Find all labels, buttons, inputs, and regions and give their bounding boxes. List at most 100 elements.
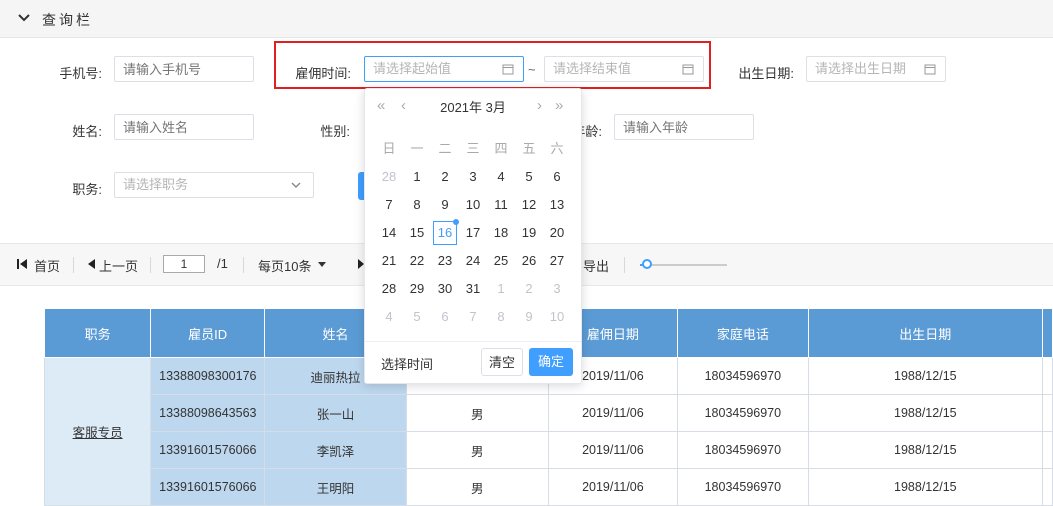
calendar-day[interactable]: 10 [543,306,571,328]
calendar-day[interactable]: 28 [375,278,403,300]
first-page-icon[interactable] [16,258,28,270]
calendar-day[interactable]: 24 [459,250,487,272]
employee-id-cell: 13388098643563 [150,394,266,432]
zoom-slider-track[interactable] [640,259,727,269]
next-year-icon[interactable]: » [555,97,563,115]
calendar-day[interactable]: 5 [515,166,543,188]
phone-label: 手机号: [59,66,102,81]
birth-date-placeholder: 请选择出生日期 [815,61,907,76]
calendar-week-row: 28 29 30 31 1 2 3 [375,275,571,303]
divider [243,257,244,273]
table-row[interactable]: 13391601576066 李凯泽 男 2019/11/06 18034596… [45,431,1053,469]
age-input[interactable] [614,114,754,140]
calendar-day-today[interactable]: 16 [433,219,459,245]
birth-date-input[interactable]: 请选择出生日期 [806,56,946,82]
prev-page-button[interactable]: 上一页 [99,256,138,275]
calendar-day[interactable]: 27 [543,250,571,272]
calendar-footer: 选择时间 清空 确定 [365,341,581,384]
calendar-day[interactable]: 1 [487,278,515,300]
calendar-day[interactable]: 25 [487,250,515,272]
calendar-day[interactable]: 14 [375,222,403,244]
header-employee-id[interactable]: 雇员ID [150,308,266,358]
calendar-day[interactable]: 7 [459,306,487,328]
calendar-week-row: 4 5 6 7 8 9 10 [375,303,571,331]
calendar-day[interactable]: 3 [459,166,487,188]
calendar-day[interactable]: 28 [375,166,403,188]
calendar-day[interactable]: 6 [431,306,459,328]
gender-cell: 男 [405,431,549,469]
calendar-day[interactable]: 12 [515,194,543,216]
calendar-day[interactable]: 23 [431,250,459,272]
duty-link[interactable]: 客服专员 [73,426,123,440]
birth-date-cell: 1988/12/15 [807,394,1044,432]
calendar-day[interactable]: 20 [543,222,571,244]
calendar-day[interactable]: 4 [487,166,515,188]
calendar-day[interactable]: 13 [543,194,571,216]
calendar-day[interactable]: 21 [375,250,403,272]
duty-cell[interactable]: 客服专员 [43,357,152,506]
calendar-day[interactable]: 10 [459,194,487,216]
header-extra [1042,308,1053,358]
weekday-label: 二 [438,141,452,156]
first-page-button[interactable]: 首页 [34,256,60,275]
extra-cell [1042,357,1053,395]
page-number-input[interactable]: 1 [163,255,205,273]
calendar-day[interactable]: 4 [375,306,403,328]
birth-date-cell: 1988/12/15 [807,431,1044,469]
home-phone-cell: 18034596970 [677,357,809,395]
calendar-day[interactable]: 8 [403,194,431,216]
gender-label: 性别: [320,124,350,139]
header-home-phone[interactable]: 家庭电话 [677,308,809,358]
prev-page-icon[interactable] [86,258,96,270]
calendar-day[interactable]: 3 [543,278,571,300]
per-page-select[interactable]: 每页10条 [258,256,311,275]
date-picker-popup: « ‹ 2021年 3月 › » 日一二三四五六 28 1 2 3 4 5 6 7 8 9 10 11… [364,88,582,384]
duty-select-placeholder: 请选择职务 [123,177,189,192]
weekday-label: 三 [466,141,480,156]
calendar-day[interactable]: 9 [431,194,459,216]
calendar-day[interactable]: 29 [403,278,431,300]
weekday-row: 日一二三四五六 [375,135,571,163]
employee-id-cell: 13391601576066 [150,431,266,469]
calendar-day[interactable]: 8 [487,306,515,328]
name-input[interactable] [114,114,254,140]
home-phone-cell: 18034596970 [677,431,809,469]
zoom-slider-thumb[interactable] [642,259,653,269]
calendar-day[interactable]: 30 [431,278,459,300]
calendar-day[interactable]: 6 [543,166,571,188]
calendar-day[interactable]: 2 [515,278,543,300]
calendar-day[interactable]: 9 [515,306,543,328]
calendar-day[interactable]: 11 [487,194,515,216]
weekday-label: 四 [494,141,508,156]
next-month-icon[interactable]: › [537,97,542,115]
calendar-week-row: 7 8 9 10 11 12 13 [375,191,571,219]
calendar-day[interactable]: 26 [515,250,543,272]
calendar-day[interactable]: 19 [515,222,543,244]
calendar-day[interactable]: 7 [375,194,403,216]
calendar-day[interactable]: 15 [403,222,431,244]
gender-cell: 男 [405,394,549,432]
clear-button[interactable]: 清空 [481,348,523,376]
calendar-day[interactable]: 18 [487,222,515,244]
chevron-down-icon[interactable] [16,10,32,26]
duty-select[interactable]: 请选择职务 [114,172,314,198]
calendar-day[interactable]: 31 [459,278,487,300]
calendar-day[interactable]: 22 [403,250,431,272]
calendar-week-row: 14 15 16 17 18 19 20 [375,219,571,247]
header-birth-date[interactable]: 出生日期 [807,308,1044,358]
header-duty[interactable]: 职务 [43,308,152,358]
calendar-day[interactable]: 5 [403,306,431,328]
table-row[interactable]: 13388098643563 张一山 男 2019/11/06 18034596… [45,394,1053,432]
confirm-button[interactable]: 确定 [529,348,573,376]
calendar-day[interactable]: 2 [431,166,459,188]
birth-date-label: 出生日期: [738,66,794,81]
calendar-day[interactable]: 17 [459,222,487,244]
hire-date-cell: 2019/11/06 [547,394,679,432]
query-panel-header[interactable]: 查询栏 [0,0,1053,38]
phone-input[interactable] [114,56,254,82]
calendar-day[interactable]: 1 [403,166,431,188]
select-time-link[interactable]: 选择时间 [381,354,433,373]
export-button[interactable]: 导出 [583,256,609,275]
calendar-title[interactable]: 2021年 3月 [365,97,581,116]
weekday-label: 五 [522,141,536,156]
